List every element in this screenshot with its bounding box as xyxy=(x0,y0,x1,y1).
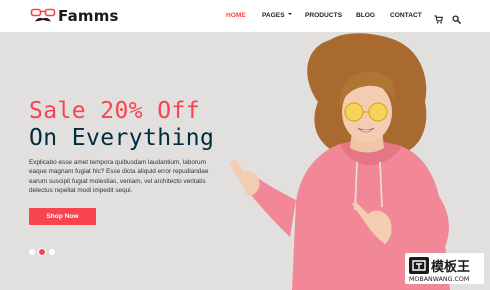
hero-description: Explicabo esse amet tempora quibusdam la… xyxy=(29,158,234,195)
shop-now-button[interactable]: Shop Now xyxy=(29,208,96,225)
hero-banner: Sale 20% Off On Everything Explicabo ess… xyxy=(0,32,490,290)
site-header: Famms HOME PAGES PRODUCTS BLOG CONTACT xyxy=(0,0,490,32)
hero-description-line: Explicabo esse amet tempora quibusdam la… xyxy=(29,159,206,166)
hero-description-line: delectus repellat modi impedit sequi. xyxy=(29,186,133,194)
carousel-dot-1[interactable] xyxy=(29,249,35,255)
brand-name: Famms xyxy=(58,7,119,25)
search-icon[interactable] xyxy=(452,11,462,24)
nav-contact[interactable]: CONTACT xyxy=(390,12,422,19)
watermark-logo: 模板王 MOBANWANG.COM xyxy=(405,253,484,284)
hero-headline-sale: Sale 20% Off xyxy=(29,98,200,124)
watermark-text: 模板王 xyxy=(431,259,470,275)
carousel-dot-3[interactable] xyxy=(49,249,55,255)
nav-products[interactable]: PRODUCTS xyxy=(305,12,342,19)
hero-headline-everything: On Everything xyxy=(29,125,215,151)
nav-blog[interactable]: BLOG xyxy=(356,12,375,19)
nav-pages[interactable]: PAGES xyxy=(262,12,292,19)
hero-description-line: earum suscipit fugiat molestias, veniam,… xyxy=(29,177,206,185)
nav-pages-label: PAGES xyxy=(262,12,285,19)
cart-icon[interactable] xyxy=(434,11,444,24)
logo[interactable]: Famms xyxy=(30,6,119,26)
carousel-indicators xyxy=(29,248,55,256)
hero-description-line: eaque magnam fugiat hic? Esse dicta aliq… xyxy=(29,168,209,176)
watermark-domain: MOBANWANG.COM xyxy=(409,276,469,283)
carousel-dot-2[interactable] xyxy=(38,248,46,256)
caret-down-icon xyxy=(287,13,292,16)
nav-home[interactable]: HOME xyxy=(226,12,246,19)
glasses-mustache-icon xyxy=(30,8,56,22)
